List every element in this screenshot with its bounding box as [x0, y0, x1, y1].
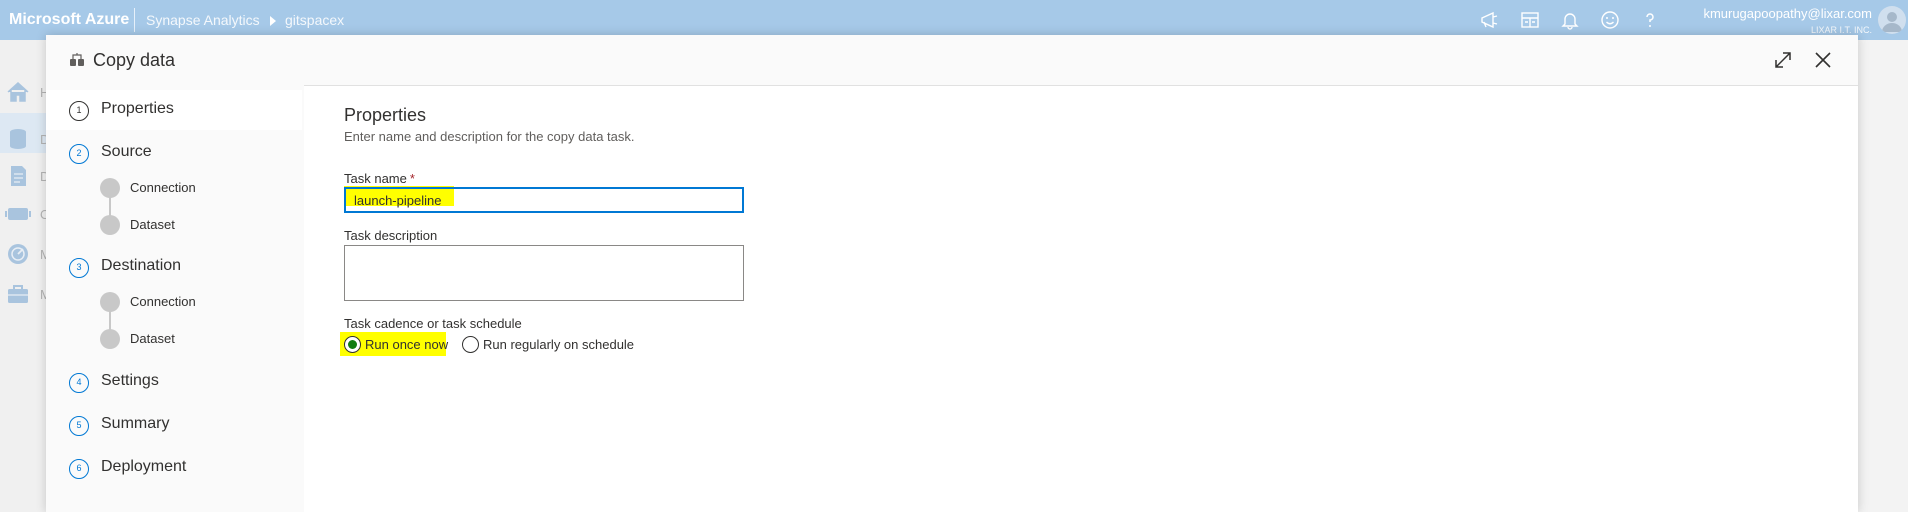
- home-icon: [7, 81, 29, 102]
- manage-icon: [8, 285, 28, 303]
- step-properties[interactable]: 1 Properties: [46, 90, 302, 130]
- step-label: Deployment: [101, 458, 187, 475]
- step-settings[interactable]: 4 Settings: [46, 362, 302, 402]
- radio-label: Run once now: [365, 337, 449, 352]
- substep-label: Connection: [130, 294, 196, 309]
- copy-data-icon: [70, 53, 84, 66]
- cadence-label: Task cadence or task schedule: [344, 316, 522, 331]
- task-description-label: Task description: [344, 228, 438, 243]
- radio-label: Run regularly on schedule: [483, 337, 635, 352]
- data-icon: [10, 129, 26, 149]
- substep-source-dataset[interactable]: Dataset: [100, 211, 300, 239]
- step-label: Destination: [101, 257, 182, 274]
- substep-destination-connection[interactable]: Connection: [100, 288, 300, 316]
- task-name-input[interactable]: [344, 187, 744, 213]
- dialog-title: Copy data: [93, 50, 176, 70]
- monitor-icon: [8, 244, 28, 264]
- substep-label: Connection: [130, 180, 196, 195]
- substep-destination-dataset[interactable]: Dataset: [100, 325, 300, 353]
- avatar[interactable]: [1878, 6, 1906, 34]
- announcement-icon[interactable]: [1478, 8, 1502, 32]
- step-number: 1: [69, 101, 89, 121]
- task-description-input[interactable]: [344, 245, 744, 301]
- substep-label: Dataset: [130, 217, 175, 232]
- develop-icon: [11, 166, 26, 186]
- copy-data-dialog: Copy data 1 Properties 2 Source Connecti…: [46, 35, 1858, 512]
- task-name-label: Task name *: [344, 171, 415, 186]
- step-deployment[interactable]: 6 Deployment: [46, 448, 302, 488]
- step-number: 2: [69, 144, 89, 164]
- radio-circle[interactable]: [344, 336, 361, 353]
- breadcrumb-caret-icon: [270, 16, 276, 26]
- step-label: Summary: [101, 415, 170, 432]
- substep-source-connection[interactable]: Connection: [100, 174, 300, 202]
- wizard-steps: 1 Properties 2 Source Connection Dataset…: [46, 85, 302, 512]
- switch-directory-icon[interactable]: [1518, 8, 1542, 32]
- feedback-smiley-icon[interactable]: [1598, 8, 1622, 32]
- user-org: LIXAR I.T. INC.: [1810, 25, 1872, 35]
- required-marker: *: [409, 171, 415, 186]
- user-avatar-icon: [1882, 12, 1902, 32]
- substep-dot: [100, 292, 120, 312]
- panel-subtitle: Enter name and description for the copy …: [344, 129, 635, 144]
- radio-run-once[interactable]: Run once now: [344, 336, 454, 354]
- substep-label: Dataset: [130, 331, 175, 346]
- step-number: 4: [69, 373, 89, 393]
- step-summary[interactable]: 5 Summary: [46, 405, 302, 445]
- top-bar: Microsoft Azure Synapse Analytics gitspa…: [0, 0, 1908, 40]
- breadcrumb-item-synapse[interactable]: Synapse Analytics: [146, 12, 260, 28]
- step-destination[interactable]: 3 Destination: [46, 247, 302, 287]
- step-source[interactable]: 2 Source: [46, 133, 302, 173]
- orchestrate-icon: [5, 208, 31, 220]
- user-email[interactable]: kmurugapoopathy@lixar.com: [1703, 6, 1872, 21]
- step-label: Settings: [101, 372, 159, 389]
- step-number: 5: [69, 416, 89, 436]
- substep-dot: [100, 178, 120, 198]
- brand-title[interactable]: Microsoft Azure: [9, 11, 129, 29]
- brand-divider: [134, 8, 135, 32]
- step-label: Properties: [101, 100, 174, 117]
- substep-dot: [100, 215, 120, 235]
- step-number: 3: [69, 258, 89, 278]
- radio-circle[interactable]: [462, 336, 479, 353]
- radio-selected-dot: [348, 340, 357, 349]
- properties-panel: Properties Enter name and description fo…: [304, 85, 1858, 512]
- dialog-header: Copy data: [46, 35, 1858, 85]
- close-icon[interactable]: [1812, 49, 1834, 71]
- panel-title: Properties: [344, 105, 427, 125]
- help-icon[interactable]: [1638, 8, 1662, 32]
- expand-icon[interactable]: [1772, 49, 1794, 71]
- substep-dot: [100, 329, 120, 349]
- notifications-bell-icon[interactable]: [1558, 8, 1582, 32]
- breadcrumb-item-workspace[interactable]: gitspacex: [285, 12, 344, 28]
- step-number: 6: [69, 459, 89, 479]
- background-nav: H D D O M M: [0, 40, 52, 512]
- radio-run-on-schedule[interactable]: Run regularly on schedule: [462, 336, 642, 354]
- step-label: Source: [101, 143, 152, 160]
